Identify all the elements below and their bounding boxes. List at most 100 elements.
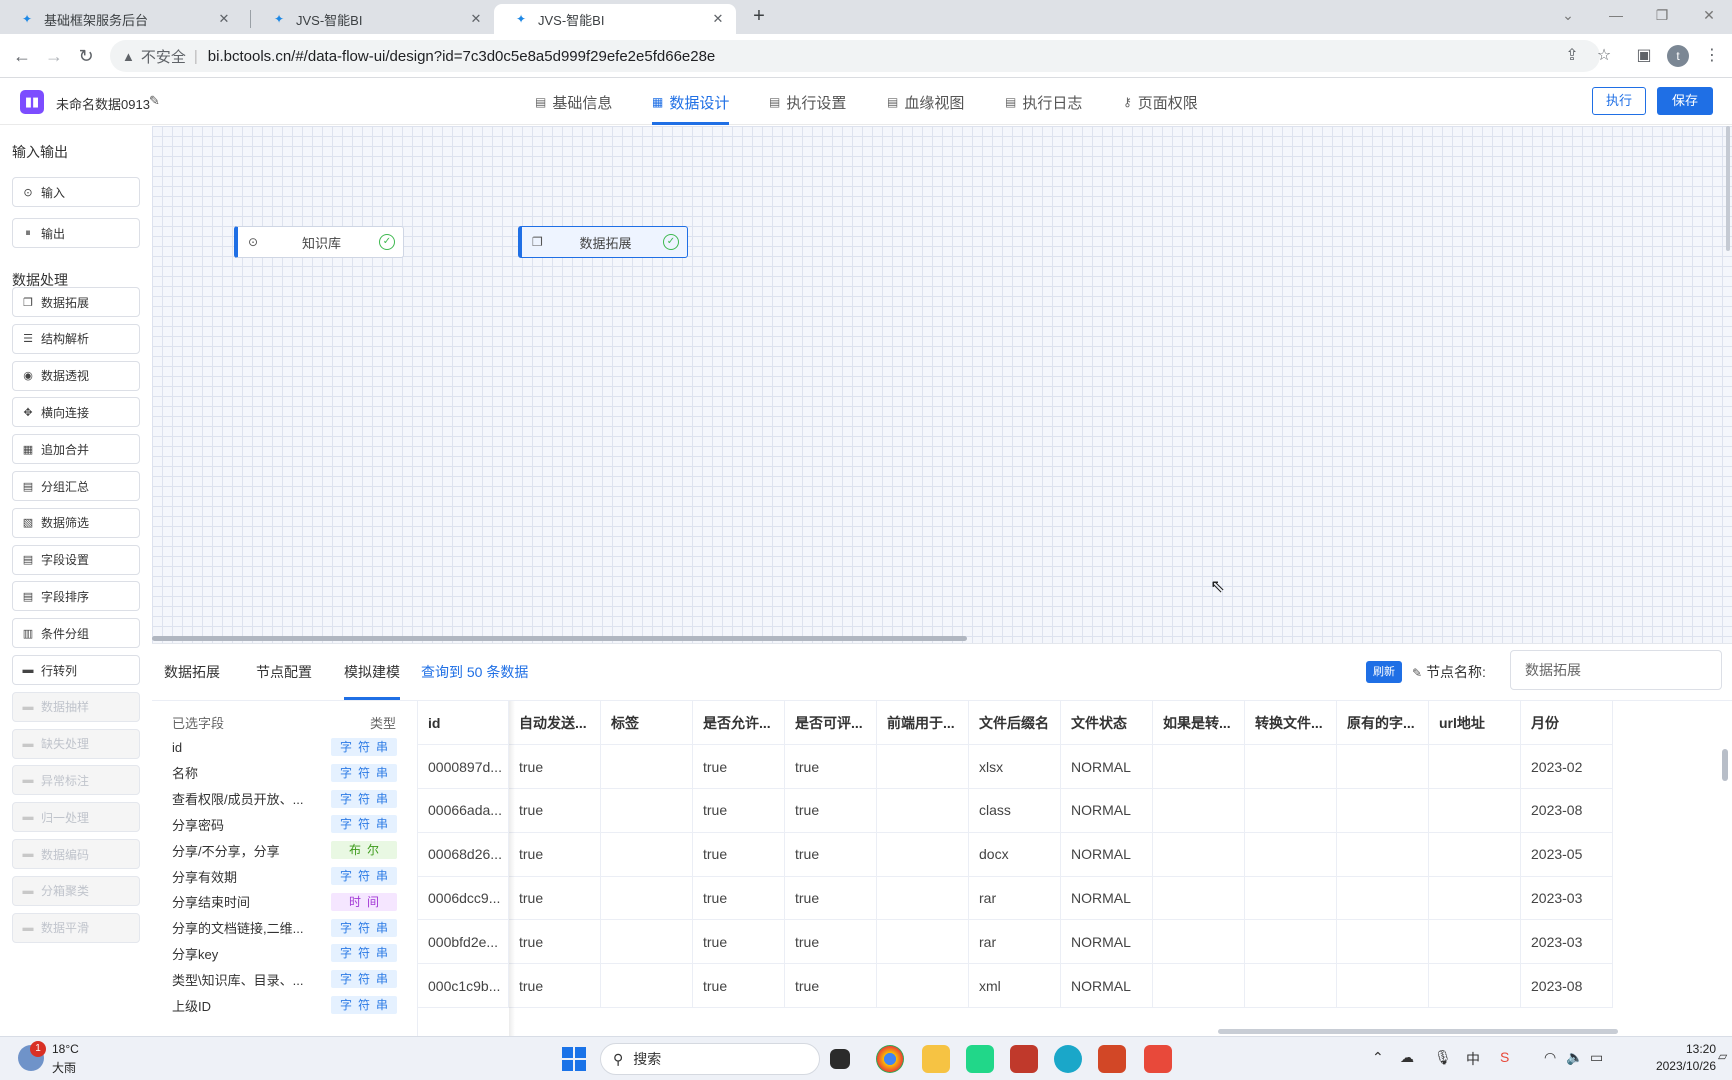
clock-date[interactable]: 2023/10/26 (1632, 1059, 1716, 1073)
file-manager-app-icon[interactable] (830, 1049, 850, 1069)
column-header[interactable]: 是否允许... (693, 701, 785, 745)
sidebar-item-proc[interactable]: ▬ 行转列 (12, 655, 140, 685)
sogou-icon[interactable]: S (1500, 1049, 1509, 1065)
side-panel-icon[interactable]: ▣ (1632, 44, 1656, 68)
microphone-icon[interactable]: 🎙 (1434, 1049, 1452, 1066)
field-row[interactable]: 分享/不分享，分享 布尔 (172, 836, 397, 864)
profile-avatar[interactable]: t (1667, 45, 1689, 67)
column-header[interactable]: 月份 (1521, 701, 1613, 745)
field-row[interactable]: 类型\知识库、目录、... 字符串 (172, 965, 397, 993)
back-arrow-icon[interactable]: ← (10, 44, 34, 68)
sidebar-item-proc[interactable]: ▥ 条件分组 (12, 618, 140, 649)
column-header[interactable]: 转换文件... (1245, 701, 1337, 745)
browser-tab-active[interactable]: ✦ JVS-智能BI ✕ (494, 4, 736, 34)
canvas-vertical-scrollbar[interactable] (1726, 126, 1730, 251)
taskbar-search-box[interactable]: ⚲ 搜索 (600, 1043, 820, 1075)
pycharm-app-icon[interactable] (966, 1045, 994, 1073)
run-button[interactable]: 执行 (1592, 87, 1646, 115)
minimize-button[interactable]: — (1593, 0, 1639, 30)
sidebar-item-proc[interactable]: ▤ 字段排序 (12, 581, 140, 612)
close-tab-icon[interactable]: ✕ (710, 11, 726, 27)
flow-node-data-extend[interactable]: ❐ 数据拓展 ✓ (518, 226, 688, 258)
column-header[interactable]: 是否可评... (785, 701, 877, 745)
screen-capture-app-icon[interactable] (1144, 1045, 1172, 1073)
refresh-button[interactable]: 刷新 (1366, 661, 1402, 683)
column-header[interactable]: 文件状态 (1061, 701, 1153, 745)
weather-description[interactable]: 大雨 (52, 1059, 76, 1076)
canvas-horizontal-scrollbar[interactable] (152, 636, 967, 641)
grid-horizontal-scrollbar[interactable] (1218, 1029, 1618, 1034)
node-name-input[interactable] (1510, 650, 1722, 690)
column-header[interactable]: 标签 (601, 701, 693, 745)
field-row[interactable]: 分享密码 字符串 (172, 810, 397, 838)
sidebar-item-proc[interactable]: ☰ 结构解析 (12, 323, 140, 354)
tab-page-permission[interactable]: ⚷ 页面权限 (1123, 79, 1198, 125)
field-row[interactable]: 分享的文档链接,二维... 字符串 (172, 914, 397, 942)
bookmark-star-icon[interactable]: ☆ (1592, 44, 1616, 68)
onedrive-icon[interactable]: ☁ (1400, 1049, 1414, 1066)
sidebar-item-proc[interactable]: ❐ 数据拓展 (12, 287, 140, 317)
restore-button[interactable]: ❐ (1639, 0, 1685, 30)
field-row[interactable]: id 字符串 (172, 733, 397, 761)
query-count-link[interactable]: 查询到 50 条数据 (421, 644, 528, 700)
omnibox[interactable]: ▲ 不安全 | bi.bctools.cn/#/data-flow-ui/des… (110, 40, 1600, 72)
notification-icon[interactable]: ▱ (1718, 1049, 1727, 1063)
new-tab-button[interactable]: + (748, 6, 770, 28)
panel-tab-data-extend[interactable]: 数据拓展 (164, 644, 220, 700)
sidebar-item-proc[interactable]: ◉ 数据透视 (12, 360, 140, 391)
url-text[interactable]: bi.bctools.cn/#/data-flow-ui/design?id=7… (208, 48, 715, 65)
sidebar-item-proc[interactable]: ▧ 数据筛选 (12, 507, 140, 538)
close-tab-icon[interactable]: ✕ (468, 11, 484, 27)
column-header[interactable]: id (418, 701, 509, 745)
field-row[interactable]: 名称 字符串 (172, 759, 397, 787)
browser-tab[interactable]: ✦ JVS-智能BI ✕ (252, 4, 494, 34)
chrome-app-icon[interactable] (876, 1045, 904, 1073)
browser-tab[interactable]: ✦ 基础框架服务后台 ✕ (0, 4, 242, 34)
battery-icon[interactable]: ▭ (1590, 1049, 1603, 1066)
edge-app-icon[interactable] (1054, 1045, 1082, 1073)
tab-exec-log[interactable]: ▤ 执行日志 (1005, 79, 1082, 125)
sidebar-item-input[interactable]: ⊙ 输入 (12, 177, 140, 207)
powerpoint-app-icon[interactable] (1098, 1045, 1126, 1073)
close-window-button[interactable]: ✕ (1686, 0, 1732, 30)
tab-basic-info[interactable]: ▤ 基础信息 (535, 79, 612, 125)
column-header[interactable]: 如果是转... (1153, 701, 1245, 745)
flow-canvas[interactable]: ⊙ 知识库 ✓ ❐ 数据拓展 ✓ (152, 126, 1732, 643)
field-row[interactable]: 分享结束时间 时间 (172, 888, 397, 916)
field-row[interactable]: 分享key 字符串 (172, 939, 397, 967)
column-header[interactable]: 前端用于... (877, 701, 969, 745)
column-header[interactable]: 原有的字... (1337, 701, 1429, 745)
field-row[interactable]: 分享有效期 字符串 (172, 862, 397, 890)
grid-vertical-scrollbar[interactable] (1722, 749, 1728, 781)
field-row[interactable]: 上级ID 字符串 (172, 991, 397, 1019)
sidebar-item-proc[interactable]: ▦ 追加合并 (12, 434, 140, 465)
tab-search-chevron-icon[interactable]: ⌄ (1545, 0, 1591, 30)
tab-exec-settings[interactable]: ▤ 执行设置 (769, 79, 846, 125)
volume-icon[interactable]: 🔈 (1566, 1049, 1583, 1066)
fox-app-icon[interactable] (1010, 1045, 1038, 1073)
edit-title-icon[interactable]: ✎ (149, 93, 160, 109)
folder-app-icon[interactable] (922, 1045, 950, 1073)
field-row[interactable]: 查看权限/成员开放、... 字符串 (172, 785, 397, 813)
close-tab-icon[interactable]: ✕ (216, 11, 232, 27)
weather-temperature[interactable]: 18°C (52, 1042, 79, 1056)
tray-chevron-icon[interactable]: ⌃ (1372, 1049, 1384, 1066)
panel-tab-simulate[interactable]: 模拟建模 (344, 644, 400, 700)
ime-indicator[interactable]: 中 (1466, 1049, 1480, 1069)
reload-icon[interactable]: ↻ (74, 44, 98, 68)
flow-node-knowledge-base[interactable]: ⊙ 知识库 ✓ (234, 226, 404, 258)
sidebar-item-output[interactable]: ⏸ 输出 (12, 218, 140, 248)
column-header[interactable]: url地址 (1429, 701, 1521, 745)
sidebar-item-proc[interactable]: ▤ 分组汇总 (12, 471, 140, 501)
tab-lineage-view[interactable]: ▤ 血缘视图 (887, 79, 964, 125)
save-button[interactable]: 保存 (1657, 87, 1713, 115)
sidebar-item-proc[interactable]: ▤ 字段设置 (12, 544, 140, 575)
wifi-icon[interactable]: ◠ (1544, 1049, 1556, 1066)
column-header[interactable]: 文件后缀名 (969, 701, 1061, 745)
forward-arrow-icon[interactable]: → (42, 44, 66, 68)
sidebar-item-proc[interactable]: ✥ 横向连接 (12, 397, 140, 428)
clock-time[interactable]: 13:20 (1662, 1042, 1716, 1056)
panel-tab-node-config[interactable]: 节点配置 (256, 644, 312, 700)
windows-start-icon[interactable] (562, 1047, 586, 1071)
browser-menu-icon[interactable]: ⋮ (1700, 44, 1724, 68)
